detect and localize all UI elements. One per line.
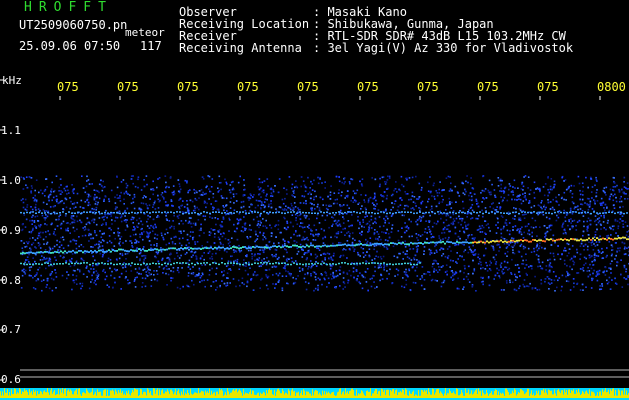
x-tick-label: 0800: [597, 80, 626, 94]
y-tick-label: 0.9: [1, 224, 21, 237]
x-tick-label: 075: [57, 80, 79, 94]
y-tick-label: 1.1: [1, 124, 21, 137]
x-tick-label: 075: [177, 80, 199, 94]
noise-band: [20, 175, 629, 292]
y-tick-label: 0.7: [1, 323, 21, 336]
y-tick-label: 0.6: [1, 373, 21, 386]
y-tick-label: 0.8: [1, 274, 21, 287]
x-tick-label: 075: [477, 80, 499, 94]
x-tick-label: 075: [117, 80, 139, 94]
x-tick-label: 075: [237, 80, 259, 94]
y-tick-label: 1.0: [1, 174, 21, 187]
count-label: 117: [140, 39, 162, 53]
filename-label: UT2509060750.pn: [19, 18, 128, 32]
mode-label: meteor: [125, 26, 165, 39]
x-tick-label: 075: [357, 80, 379, 94]
waterfall-spectrogram: [0, 79, 629, 400]
datetime-label: 25.09.06 07:50: [19, 39, 121, 53]
x-axis-marks: [59, 96, 601, 100]
x-tick-label: 075: [297, 80, 319, 94]
x-tick-label: 075: [537, 80, 559, 94]
x-tick-label: 075: [417, 80, 439, 94]
y-axis-unit: kHz: [2, 74, 22, 87]
info-value-antenna: : 3el Yagi(V) Az 330 for Vladivostok: [313, 41, 574, 55]
info-key-antenna: Receiving Antenna: [179, 41, 302, 55]
app-title: HROFFT: [24, 0, 113, 15]
